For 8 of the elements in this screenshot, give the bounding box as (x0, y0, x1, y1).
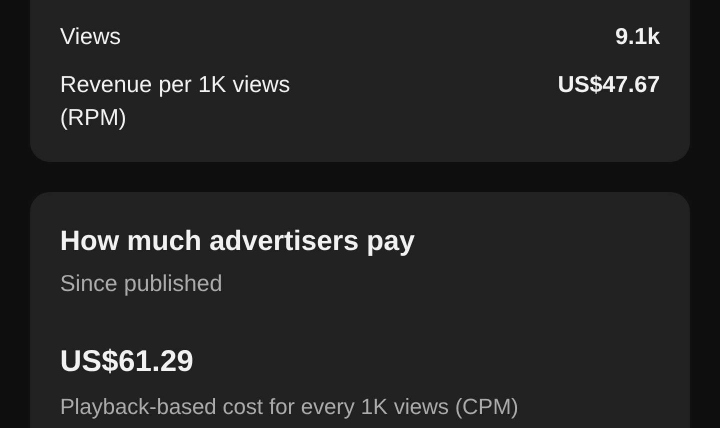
amount-caption: Playback-based cost for every 1K views (CPM) (60, 393, 520, 421)
metric-value: 9.1k (615, 22, 660, 51)
metric-value: US$47.67 (558, 70, 660, 99)
metric-label: Views (60, 22, 121, 51)
amount-value: US$61.29 (60, 344, 194, 380)
card-title: How much advertisers pay (60, 224, 416, 258)
card-subtitle: Since published (60, 269, 224, 298)
metric-label: Revenue per 1K views (RPM) (60, 70, 292, 132)
